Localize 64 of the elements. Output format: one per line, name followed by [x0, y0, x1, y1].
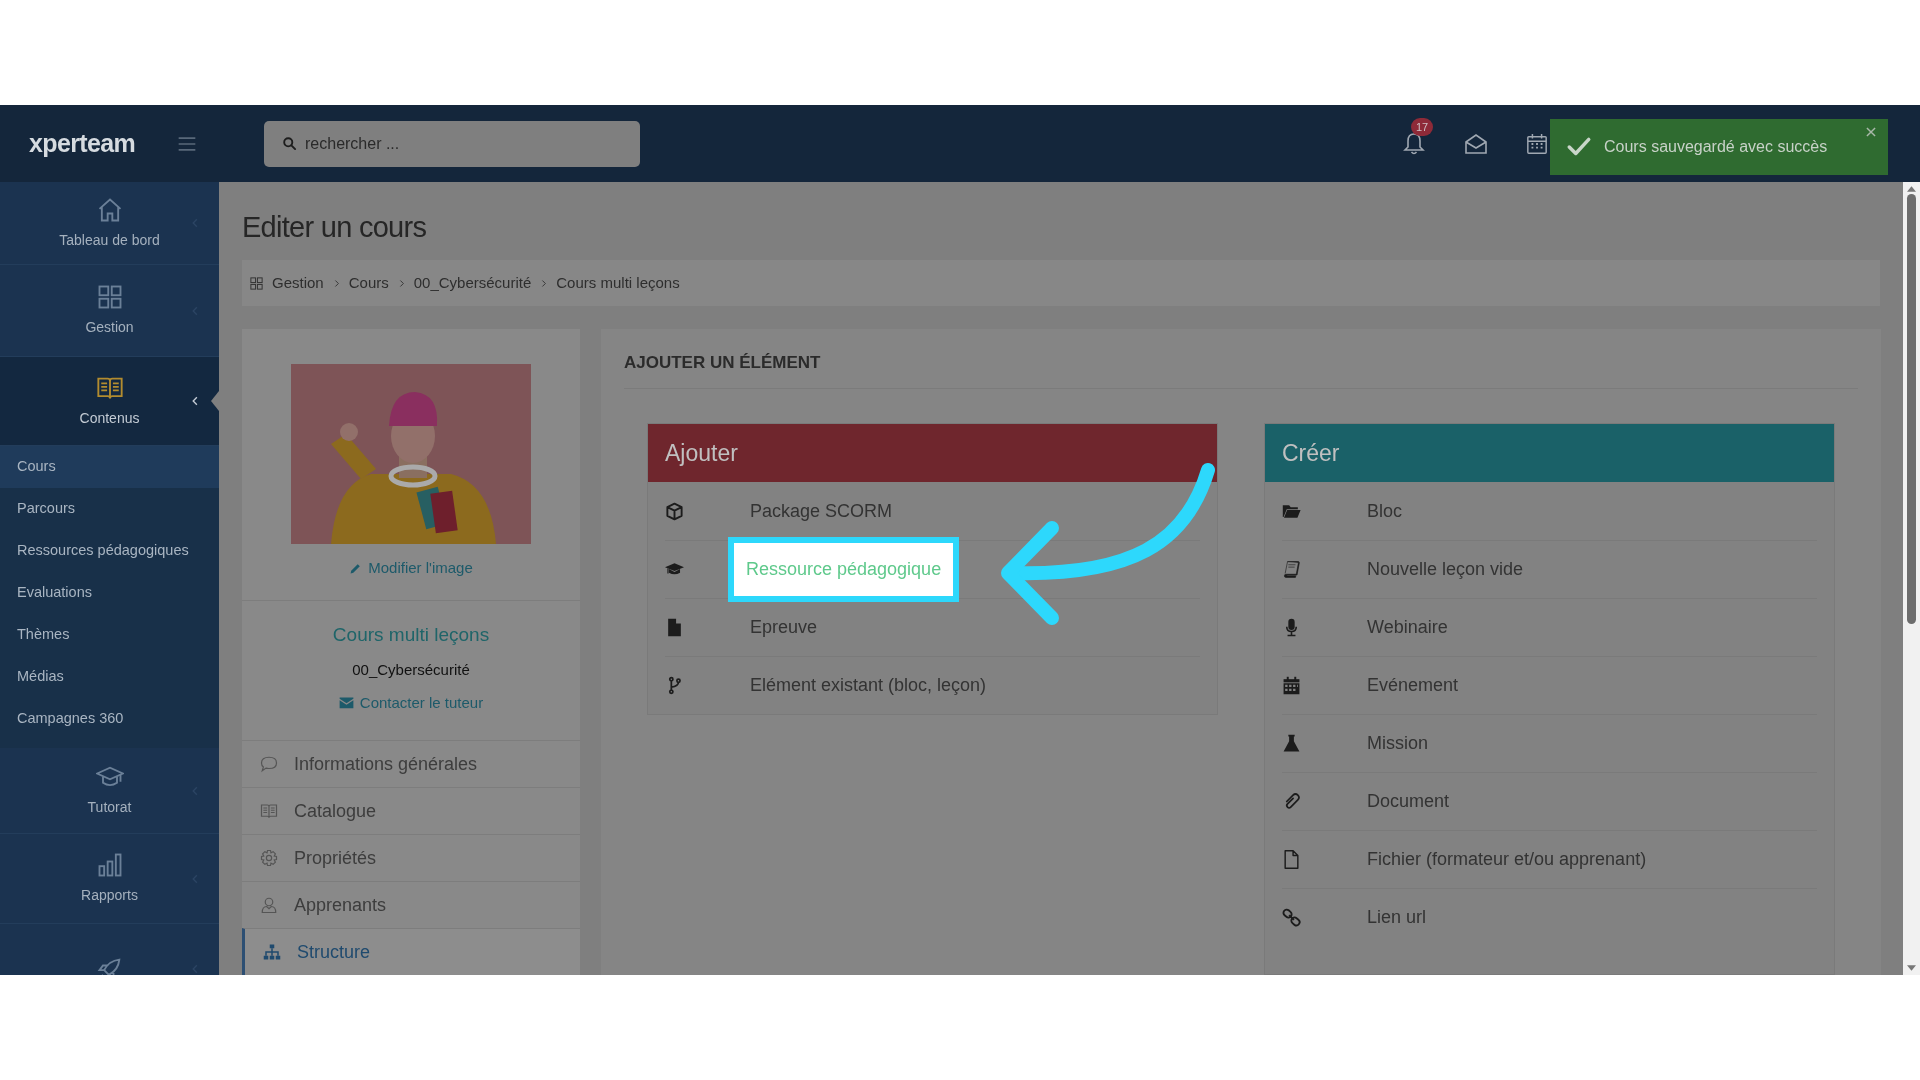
- submenu-item[interactable]: Evaluations: [0, 572, 219, 614]
- book-icon: [1282, 560, 1301, 579]
- item-label[interactable]: Lien url: [1367, 904, 1427, 931]
- notification-count: 17: [1411, 117, 1434, 136]
- item-label[interactable]: Document: [1367, 788, 1450, 815]
- card-header: Créer: [1265, 424, 1834, 482]
- calendar-icon: [1282, 676, 1301, 695]
- course-menu-item[interactable]: Catalogue: [242, 787, 580, 834]
- file-icon: [1282, 850, 1301, 869]
- scroll-up-icon[interactable]: [1907, 186, 1916, 192]
- breadcrumb-link[interactable]: 00_Cybersécurité: [413, 271, 532, 295]
- grid-icon: [249, 275, 264, 291]
- submenu-item[interactable]: Médias: [0, 656, 219, 698]
- course-title: Cours multi leçons: [332, 622, 490, 647]
- sitemap-icon: [263, 943, 281, 961]
- cube-icon: [665, 501, 684, 521]
- gear-icon: [260, 849, 278, 867]
- pencil-icon: [349, 561, 363, 575]
- submenu-item[interactable]: Campagnes 360: [0, 698, 219, 740]
- item-label[interactable]: Epreuve: [750, 614, 818, 641]
- scroll-down-icon[interactable]: [1907, 965, 1916, 971]
- submenu-item[interactable]: Parcours: [0, 488, 219, 530]
- panel-heading: AJOUTER UN ÉLÉMENT: [624, 329, 1858, 389]
- item-label[interactable]: Elément existant (bloc, leçon): [750, 672, 987, 699]
- item-label[interactable]: Nouvelle leçon vide: [1367, 556, 1524, 583]
- item-label[interactable]: Package SCORM: [750, 497, 893, 525]
- logo[interactable]: xperteam: [29, 124, 136, 163]
- course-menu-item[interactable]: Structure: [242, 928, 580, 975]
- user-icon: [260, 896, 278, 914]
- link-icon: [1282, 908, 1301, 927]
- item-label[interactable]: Evénement: [1367, 672, 1459, 699]
- item-label[interactable]: Webinaire: [1367, 614, 1448, 641]
- toast-message: Cours sauvegardé avec succès: [1604, 137, 1828, 157]
- speech-bubble-icon: [260, 755, 278, 773]
- item-label[interactable]: Ressource pédagogique: [728, 537, 960, 602]
- submenu-item[interactable]: Cours: [0, 446, 219, 488]
- envelope-icon: [1464, 131, 1488, 156]
- breadcrumb-link[interactable]: Cours multi leçons: [556, 271, 680, 295]
- chevron-right-icon: [539, 278, 549, 288]
- item-label[interactable]: Mission: [1367, 730, 1428, 757]
- item-label[interactable]: Fichier (formateur et/ou apprenant): [1367, 846, 1647, 873]
- edit-image-link[interactable]: Modifier l'image: [349, 557, 473, 580]
- submenu-item[interactable]: Thèmes: [0, 614, 219, 656]
- breadcrumb-link[interactable]: Cours: [348, 271, 389, 295]
- card-header: Ajouter: [648, 424, 1217, 482]
- course-menu-item[interactable]: Informations générales: [242, 740, 580, 787]
- scrollbar[interactable]: [1903, 182, 1920, 975]
- search-field[interactable]: rechercher ...: [264, 120, 640, 167]
- item-label[interactable]: Bloc: [1367, 497, 1402, 525]
- document-icon: [665, 618, 684, 637]
- submenu-item[interactable]: Ressources pédagogiques: [0, 530, 219, 572]
- search-input: rechercher ...: [305, 131, 622, 156]
- bell-icon: [1402, 130, 1426, 157]
- envelope-icon: [338, 695, 354, 711]
- calendar-icon: [1526, 132, 1548, 155]
- course-category: 00_Cybersécurité: [352, 660, 470, 680]
- breadcrumb-link[interactable]: Gestion: [272, 271, 324, 295]
- book-icon: [260, 802, 278, 820]
- flask-icon: [1282, 734, 1301, 753]
- page-title: Editer un cours: [242, 210, 428, 245]
- search-icon: [282, 136, 297, 151]
- sidebar-item[interactable]: Contenus: [0, 357, 219, 446]
- course-menu-item[interactable]: Propriétés: [242, 834, 580, 881]
- contact-tutor-link[interactable]: Contacter le tuteur: [338, 691, 484, 714]
